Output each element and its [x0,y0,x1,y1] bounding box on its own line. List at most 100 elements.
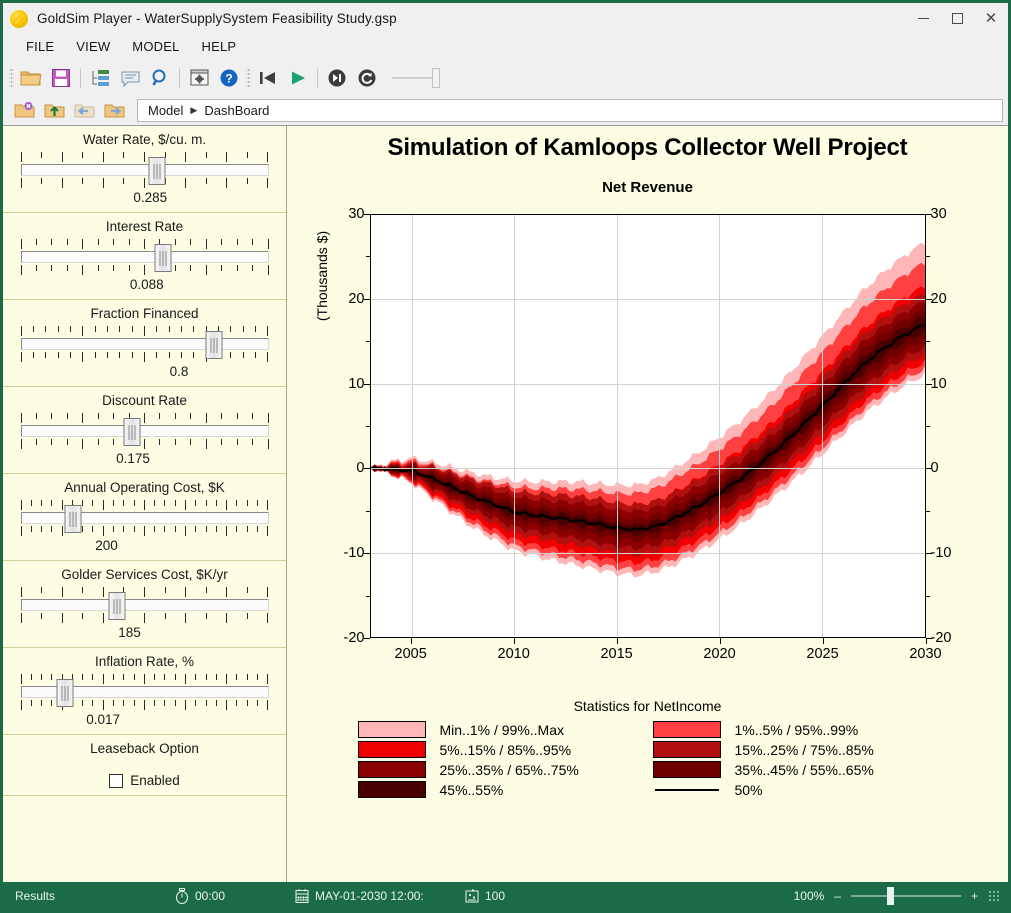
menu-model[interactable]: MODEL [121,37,190,56]
save-icon[interactable] [46,63,76,93]
slider-label: Water Rate, $/cu. m. [82,132,207,147]
help-icon[interactable]: ? [214,63,244,93]
slider-tick [205,587,207,593]
open-folder-icon[interactable] [16,63,46,93]
slider-tick [128,265,130,271]
y-axis-minor-tick [365,426,370,427]
grid-line-horizontal [370,468,925,470]
y-axis-tick [363,298,370,300]
toolbar-grip[interactable] [246,67,251,88]
slider-tick [236,700,238,706]
slider-tick [156,352,158,358]
status-elapsed: 00:00 [175,888,295,904]
slider-tick [92,500,94,506]
menu-view[interactable]: VIEW [65,37,121,56]
search-icon[interactable] [145,63,175,93]
slider-tick [185,700,186,710]
slider-tick [174,413,176,419]
slider-tick [94,352,96,358]
legend-label: 5%..15% / 85%..95% [439,741,572,758]
slider-tick [94,326,96,332]
slider-tick [143,674,145,684]
folder-next-icon[interactable] [99,96,129,126]
step-icon[interactable] [322,63,352,93]
slider-tick [82,526,84,532]
zoom-in-button[interactable]: + [971,889,978,903]
y-axis-tick [363,553,370,555]
slider-tick [41,674,43,680]
zoom-slider-thumb[interactable] [886,887,894,905]
reset-loop-icon[interactable] [352,63,382,93]
leaseback-enabled-row[interactable]: Enabled [109,773,180,788]
skip-back-icon[interactable] [253,63,283,93]
note-icon[interactable] [115,63,145,93]
legend-label: 35%..45% / 55%..65% [734,761,874,778]
slider-tick [92,700,94,706]
toolbar-grip[interactable] [9,67,14,88]
slider-tick [32,326,34,332]
slider-tick [61,152,63,162]
slider-golder-services-cost[interactable] [20,587,269,627]
slider-tick [205,265,207,275]
slider-label: Annual Operating Cost, $K [64,480,225,495]
legend-item: 1%..5% / 95%..99% [652,721,938,738]
toolbar-speed-slider[interactable] [392,67,440,88]
slider-tick [30,700,32,706]
slider-inflation-rate[interactable] [20,674,269,714]
play-icon[interactable] [283,63,313,93]
slider-annual-operating-cost[interactable] [20,500,269,540]
slider-discount-rate[interactable] [20,413,269,453]
slider-tick [246,674,248,680]
legend-swatch [652,741,721,758]
slider-fraction-financed[interactable] [20,326,269,366]
x-axis-tick [513,638,515,644]
y-axis-label: (Thousands $) [313,230,330,322]
slider-tick [82,587,84,593]
slider-tick [246,700,248,706]
model-tree-icon[interactable] [85,63,115,93]
folder-prev-icon[interactable] [69,96,99,126]
slider-tick [205,613,207,619]
x-axis-tick-label: 2005 [394,646,427,662]
slider-label: Fraction Financed [90,306,199,321]
slider-tick [144,239,145,249]
y-axis-tick-label: 0 [930,460,939,477]
slider-tick [267,152,269,162]
slider-tick [221,439,223,445]
legend-entries: Min..1% / 99%..Max 1%..5% / 95%..99% 5%.… [357,721,938,798]
menu-help[interactable]: HELP [191,37,248,56]
slider-tick [20,526,22,536]
breadcrumb[interactable]: Model ▶ DashBoard [137,99,1003,122]
leaseback-option-label: Leaseback Option [90,741,199,756]
slider-water-rate[interactable] [20,152,269,192]
close-button[interactable]: ✕ [974,3,1008,34]
slider-tick [164,674,166,680]
minimize-button[interactable] [906,3,940,34]
slider-tick [41,152,43,158]
resize-grip-icon[interactable] [988,890,1000,902]
slider-tick [185,500,186,510]
goldsim-player-window: GoldSim Player - WaterSupplySystem Feasi… [0,0,1011,913]
folder-up-icon[interactable] [39,96,69,126]
leaseback-enabled-checkbox[interactable] [109,773,124,788]
breadcrumb-root[interactable]: Model [148,103,183,118]
slider-tick [41,613,43,619]
maximize-button[interactable] [940,3,974,34]
window-title: GoldSim Player - WaterSupplySystem Feasi… [37,11,397,26]
slider-tick [164,700,166,706]
settings-window-icon[interactable] [184,63,214,93]
slider-tick [51,500,53,506]
slider-tick [205,500,207,506]
slider-tick [164,500,166,506]
menu-file[interactable]: FILE [15,37,65,56]
x-axis-tick [719,638,721,644]
zoom-out-button[interactable]: – [834,889,841,903]
breadcrumb-current[interactable]: DashBoard [204,103,269,118]
slider-tick [226,613,228,623]
slider-tick [246,178,248,184]
slider-tick [185,178,187,188]
folder-back-icon[interactable] [9,96,39,126]
slider-tick [20,439,22,449]
slider-interest-rate[interactable] [20,239,269,279]
zoom-slider[interactable] [850,887,961,905]
